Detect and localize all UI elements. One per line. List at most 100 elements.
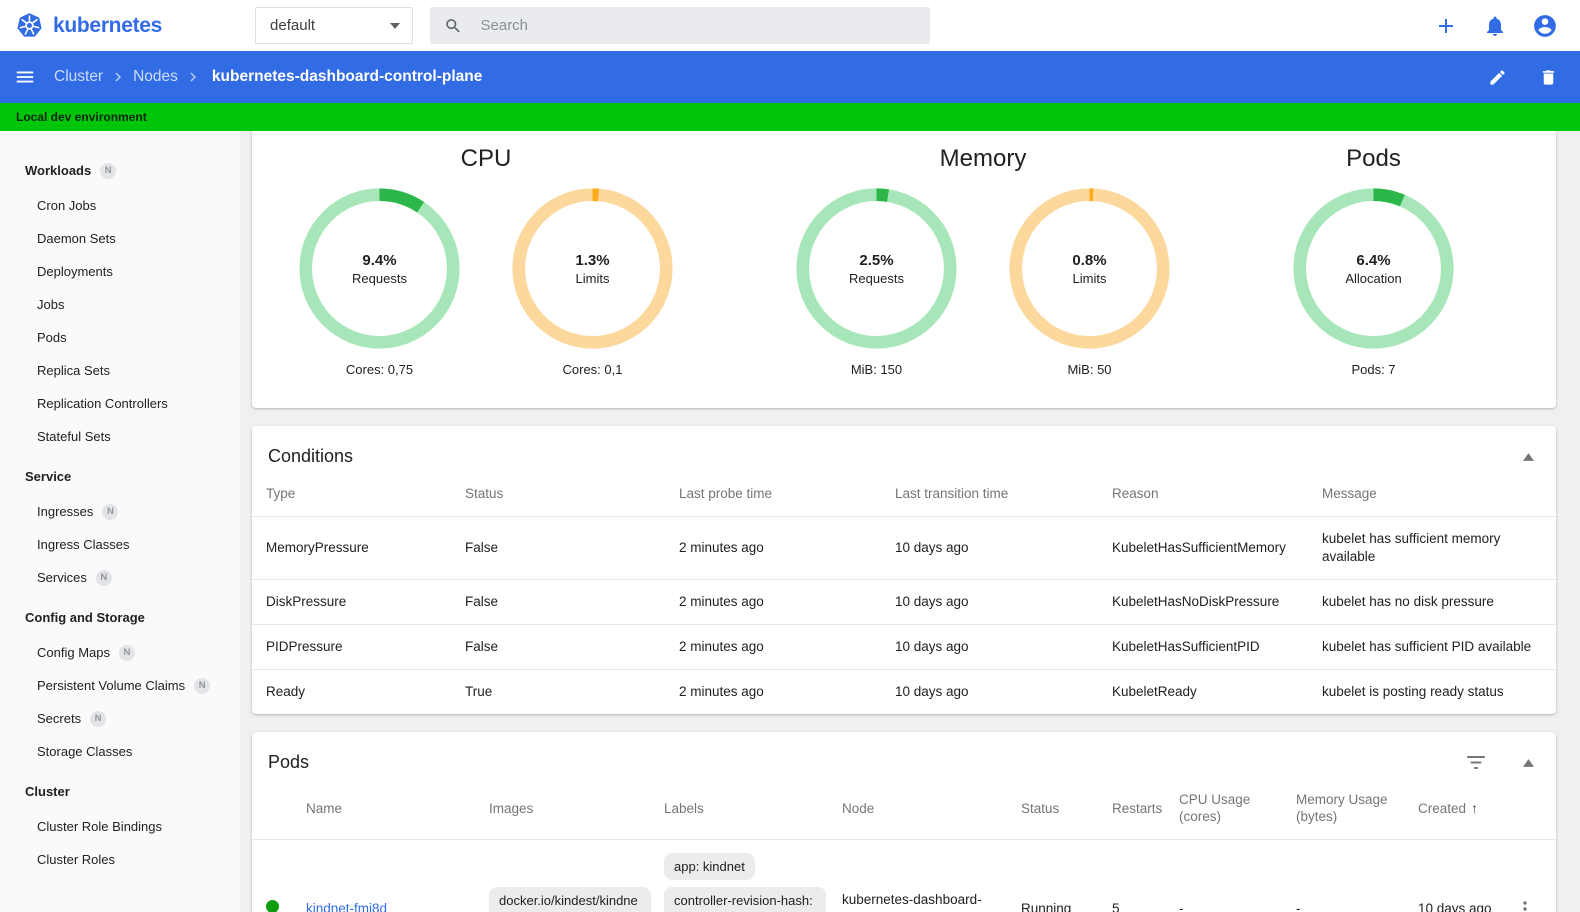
sidebar-section-cluster[interactable]: Cluster xyxy=(0,773,240,810)
sidebar-section-config-storage[interactable]: Config and Storage xyxy=(0,599,240,636)
notifications-button[interactable] xyxy=(1483,14,1507,38)
sidebar-item-label: Ingress Classes xyxy=(37,537,130,552)
filter-icon xyxy=(1467,756,1485,769)
cpu-limits-gauge: 1.3% Limits Cores: 0,1 xyxy=(510,186,675,377)
gauge-footer: Cores: 0,75 xyxy=(345,362,414,377)
plus-icon xyxy=(1439,18,1453,33)
sidebar-item-ingresses[interactable]: Ingresses N xyxy=(0,495,240,528)
gauge-percent: 9.4% xyxy=(362,251,397,269)
environment-banner: Local dev environment xyxy=(0,103,1580,131)
sidebar-item-deployments[interactable]: Deployments xyxy=(0,255,240,288)
collapse-conditions-button[interactable] xyxy=(1523,452,1534,461)
sidebar-item-cluster-roles[interactable]: Cluster Roles xyxy=(0,843,240,876)
sidebar-item-jobs[interactable]: Jobs xyxy=(0,288,240,321)
pods-title: Pods xyxy=(268,752,310,772)
condition-row-memory-pressure: MemoryPressure False 2 minutes ago 10 da… xyxy=(252,516,1556,580)
hamburger-menu-icon xyxy=(16,71,34,83)
column-header-type: Type xyxy=(266,486,296,501)
sidebar-item-ingress-classes[interactable]: Ingress Classes xyxy=(0,528,240,561)
sidebar-section-service[interactable]: Service xyxy=(0,458,240,495)
gauge-percent: 0.8% xyxy=(1072,251,1107,269)
column-header-last-transition-time: Last transition time xyxy=(895,486,1009,501)
search-input[interactable] xyxy=(480,17,917,34)
column-header-status: Status xyxy=(465,486,504,501)
condition-type-cell: Ready xyxy=(252,669,465,714)
pod-actions-cell xyxy=(1523,839,1556,912)
sidebar-item-daemon-sets[interactable]: Daemon Sets xyxy=(0,222,240,255)
sidebar-item-config-maps[interactable]: Config Maps N xyxy=(0,636,240,669)
filter-pods-button[interactable] xyxy=(1467,756,1485,769)
pod-menu-button[interactable] xyxy=(1523,901,1527,912)
conditions-title: Conditions xyxy=(268,446,354,466)
brand-title: kubernetes xyxy=(53,13,163,37)
search-icon xyxy=(446,18,460,33)
pod-status-text-cell: Running xyxy=(1021,839,1112,912)
cpu-requests-gauge: 9.4% Requests Cores: 0,75 xyxy=(297,186,462,377)
conditions-header-row: Type Status Last probe time Last transit… xyxy=(252,473,1556,517)
namespaced-badge: N xyxy=(102,503,119,520)
sidebar-item-label: Daemon Sets xyxy=(37,231,116,246)
user-account-button[interactable] xyxy=(1532,13,1558,39)
cpu-gauge-group: CPU 9.4% Requests Cores: 0,75 1.3% Limit… xyxy=(297,145,675,408)
memory-limits-gauge: 0.8% Limits MiB: 50 xyxy=(1007,186,1172,377)
sidebar-item-services[interactable]: Services N xyxy=(0,561,240,594)
breadcrumb-item-cluster[interactable]: Cluster xyxy=(54,68,103,86)
sidebar-item-cluster-role-bindings[interactable]: Cluster Role Bindings xyxy=(0,810,240,843)
gauge-percent: 2.5% xyxy=(859,251,894,269)
pod-name-link[interactable]: kindnet-fmj8d xyxy=(306,901,387,912)
sidebar-item-replica-sets[interactable]: Replica Sets xyxy=(0,354,240,387)
kubernetes-brand[interactable]: kubernetes xyxy=(16,12,162,39)
header-actions xyxy=(1434,13,1558,39)
sidebar-item-persistent-volume-claims[interactable]: Persistent Volume Claims N xyxy=(0,669,240,702)
sidebar-section-workloads[interactable]: Workloads N xyxy=(0,152,240,189)
kubernetes-dashboard: kubernetes default Search Cluster Nodes … xyxy=(0,0,1580,912)
condition-message-cell: kubelet is posting ready status xyxy=(1322,669,1556,714)
condition-probe-cell: 2 minutes ago xyxy=(679,516,895,580)
sidebar-section-label: Cluster xyxy=(25,784,70,799)
column-header-labels: Labels xyxy=(664,800,704,816)
pods-gauge-group: Pods 6.4% Allocation Pods: 7 xyxy=(1291,145,1456,408)
column-header-created[interactable]: Created ↑ xyxy=(1418,779,1523,840)
condition-reason-cell: KubeletHasSufficientPID xyxy=(1112,624,1322,670)
memory-gauge-group: Memory 2.5% Requests MiB: 150 0.8% Limit… xyxy=(794,145,1172,408)
sidebar-item-cron-jobs[interactable]: Cron Jobs xyxy=(0,189,240,222)
condition-row-ready: Ready True 2 minutes ago 10 days ago Kub… xyxy=(252,669,1556,714)
column-header-reason: Reason xyxy=(1112,486,1159,501)
delete-button[interactable] xyxy=(1539,68,1558,87)
breadcrumb-bar: Cluster Nodes kubernetes-dashboard-contr… xyxy=(0,51,1580,103)
column-header-status: Status xyxy=(1021,800,1060,816)
breadcrumb-item-nodes[interactable]: Nodes xyxy=(133,68,178,86)
cpu-group-title: CPU xyxy=(460,145,512,172)
sidebar-item-storage-classes[interactable]: Storage Classes xyxy=(0,735,240,768)
menu-button[interactable] xyxy=(14,66,36,88)
condition-type-cell: MemoryPressure xyxy=(252,516,465,580)
sidebar-item-label: Stateful Sets xyxy=(37,429,111,444)
gauge-percent: 6.4% xyxy=(1356,251,1391,269)
pod-row-kindnet[interactable]: kindnet-fmj8d docker.io/kindest/kindnetd… xyxy=(252,839,1556,912)
condition-message-cell: kubelet has sufficient PID available xyxy=(1322,624,1556,670)
sidebar-item-stateful-sets[interactable]: Stateful Sets xyxy=(0,420,240,453)
search-bar[interactable] xyxy=(430,7,931,44)
conditions-card: Conditions Type Status Last probe time L… xyxy=(252,426,1556,714)
pod-created-cell: 10 days ago xyxy=(1418,839,1523,912)
sidebar-item-pods[interactable]: Pods xyxy=(0,321,240,354)
namespaced-badge: N xyxy=(118,644,135,661)
gauge-label: Requests xyxy=(849,270,904,286)
collapse-pods-button[interactable] xyxy=(1523,758,1534,767)
sidebar-item-replication-controllers[interactable]: Replication Controllers xyxy=(0,387,240,420)
trash-icon xyxy=(1542,69,1555,85)
column-header-memory-usage: Memory Usage (bytes) xyxy=(1296,792,1388,824)
allocation-overview-card: CPU 9.4% Requests Cores: 0,75 1.3% Limit… xyxy=(252,131,1556,408)
gauge-label: Limits xyxy=(575,270,610,286)
condition-status-cell: False xyxy=(465,624,679,670)
gauge-label: Allocation xyxy=(1345,270,1402,286)
condition-probe-cell: 2 minutes ago xyxy=(679,624,895,670)
chevron-right-icon xyxy=(109,68,127,86)
edit-button[interactable] xyxy=(1488,68,1507,87)
sidebar-section-label: Workloads xyxy=(25,163,92,178)
condition-reason-cell: KubeletHasSufficientMemory xyxy=(1112,516,1322,580)
sidebar-item-secrets[interactable]: Secrets N xyxy=(0,702,240,735)
namespace-selector[interactable]: default xyxy=(255,7,414,44)
create-resource-button[interactable] xyxy=(1434,14,1458,38)
pod-running-status-icon xyxy=(266,900,279,912)
